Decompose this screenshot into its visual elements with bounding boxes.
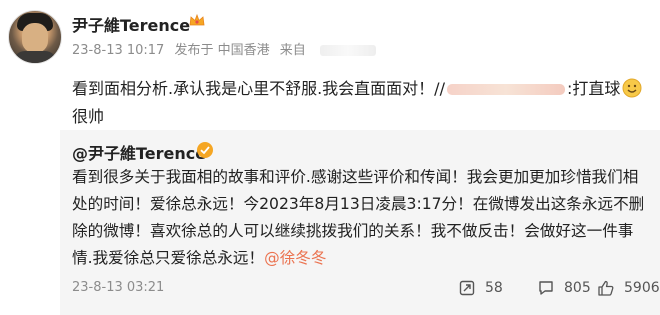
like-icon (598, 280, 614, 296)
comment-count: 805 (564, 280, 591, 296)
post-text-b: :打直球 (566, 79, 621, 98)
repost-text: 看到很多关于我面相的故事和评价.感谢这些评价和传闻！我会更加更加珍惜我们相处的时… (72, 168, 645, 267)
verified-icon (197, 142, 213, 158)
post-meta: 23-8-13 10:17 发布于 中国香港 来自 (72, 39, 382, 58)
like-button[interactable]: 5906 (597, 277, 660, 299)
repost-body: 看到很多关于我面相的故事和评价.感谢这些评价和传闻！我会更加更加珍惜我们相处的时… (72, 164, 652, 272)
source-redacted (319, 45, 376, 56)
smile-icon (622, 78, 642, 98)
repost-icon (459, 280, 475, 296)
avatar-face (22, 23, 48, 53)
avatar-shirt (13, 51, 57, 63)
repost-card[interactable]: @尹子維Terence 看到很多关于我面相的故事和评价.感谢这些评价和传闻！我会… (60, 130, 660, 315)
post-body: 看到面相分析.承认我是心里不舒服.我会直面面对！// :打直球很帅 (72, 75, 657, 131)
author-name[interactable]: 尹子維Terence (72, 12, 190, 36)
comment-button[interactable]: 805 (537, 277, 591, 299)
repost-button[interactable]: 58 (458, 277, 503, 299)
like-count: 5906 (624, 280, 660, 296)
repost-time[interactable]: 23-8-13 03:21 (72, 280, 164, 295)
repost-count: 58 (485, 280, 503, 296)
crown-icon (189, 13, 205, 26)
post-time[interactable]: 23-8-13 10:17 (72, 43, 164, 58)
post-location: 发布于 中国香港 (174, 43, 270, 58)
post-text-a: 看到面相分析.承认我是心里不舒服.我会直面面对！// (72, 79, 445, 98)
repost-author[interactable]: @尹子維Terence (72, 140, 206, 164)
redacted-username (446, 84, 565, 95)
mention-link[interactable]: @徐冬冬 (264, 249, 326, 267)
avatar[interactable] (8, 10, 62, 64)
post-text-c: 很帅 (72, 107, 105, 126)
post-source: 来自 (279, 43, 306, 58)
comment-icon (539, 281, 553, 295)
